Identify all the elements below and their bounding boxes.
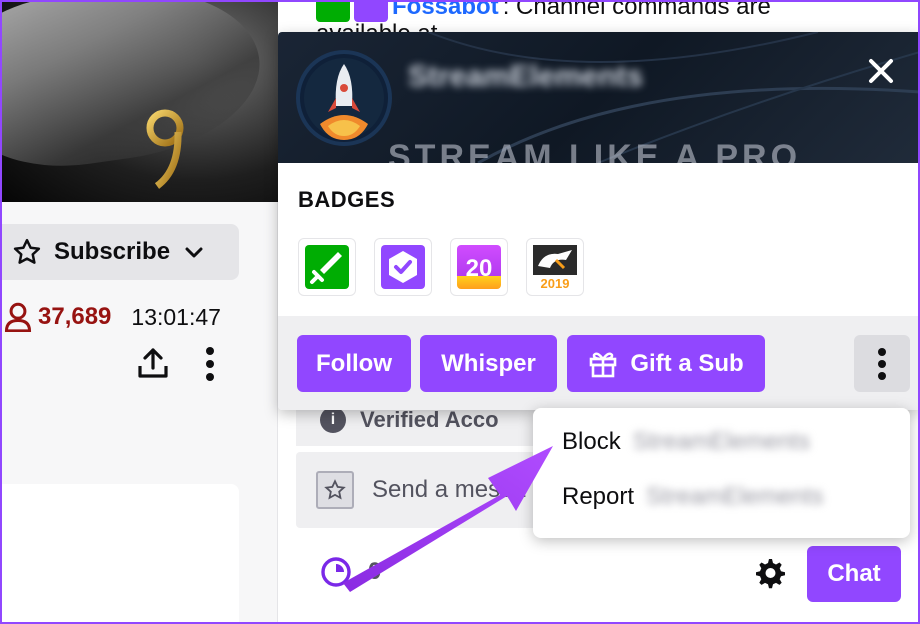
badges-title: BADGES xyxy=(298,187,396,212)
verified-bot-badge-icon xyxy=(381,245,425,289)
viewer-person-icon xyxy=(4,302,32,332)
owl-2019-badge-icon: 2019 xyxy=(533,245,577,290)
close-icon[interactable] xyxy=(864,54,898,88)
badge-list: 20 2019 xyxy=(298,238,584,296)
more-options-icon[interactable] xyxy=(200,346,220,382)
chat-message: Fossabot : Channel commands are xyxy=(316,0,771,22)
follow-button[interactable]: Follow xyxy=(297,335,411,392)
report-label: Report xyxy=(562,483,635,510)
sword-badge[interactable] xyxy=(298,238,356,296)
user-card-name: StreamElements xyxy=(408,60,644,93)
whisper-button[interactable]: Whisper xyxy=(420,335,557,392)
channel-logo-nine xyxy=(146,109,184,189)
user-card-actions: Follow Whisper Gift a Sub xyxy=(278,316,920,410)
gift-sub-label: Gift a Sub xyxy=(630,349,744,377)
user-card-banner: StreamElements STREAM LIKE A PRO xyxy=(278,32,920,163)
verified-bot-badge-icon xyxy=(354,0,388,22)
about-panel xyxy=(0,484,239,624)
sword-badge-icon xyxy=(316,0,350,22)
star-outline-icon xyxy=(13,238,41,264)
twenty-badge[interactable]: 20 xyxy=(450,238,508,296)
gift-sub-button[interactable]: Gift a Sub xyxy=(567,335,765,392)
chevron-down-icon xyxy=(185,247,203,258)
emote-star-icon[interactable] xyxy=(316,471,354,509)
stream-uptime: 13:01:47 xyxy=(131,303,221,330)
video-rock-art xyxy=(0,0,271,181)
verified-bot-badge[interactable] xyxy=(374,238,432,296)
user-card-more-menu: Block StreamElements Report StreamElemen… xyxy=(533,408,910,538)
share-icon[interactable] xyxy=(136,346,170,380)
chat-username[interactable]: Fossabot xyxy=(392,0,499,21)
report-user-item[interactable]: Report StreamElements xyxy=(562,483,823,511)
chat-input[interactable]: Send a messa xyxy=(296,452,546,528)
video-preview[interactable] xyxy=(0,0,278,202)
block-target-name: StreamElements xyxy=(632,428,811,455)
info-icon: i xyxy=(320,407,346,433)
block-label: Block xyxy=(562,428,621,455)
gift-icon xyxy=(590,351,617,377)
block-user-item[interactable]: Block StreamElements xyxy=(562,428,810,456)
chat-input-placeholder: Send a messa xyxy=(372,476,526,503)
rocket-logo-icon xyxy=(304,58,384,140)
more-vertical-icon xyxy=(878,347,886,380)
channel-points-value: 0 xyxy=(368,558,382,585)
owl-2019-badge[interactable]: 2019 xyxy=(526,238,584,296)
chat-send-button[interactable]: Chat xyxy=(807,546,901,602)
user-card-more-button[interactable] xyxy=(854,335,910,392)
verified-label: Verified Acco xyxy=(360,407,499,432)
user-card: StreamElements STREAM LIKE A PRO BADGES xyxy=(278,32,920,410)
user-avatar[interactable] xyxy=(296,50,392,146)
channel-points-icon xyxy=(321,557,351,587)
viewer-stats: 37,689 13:01:47 xyxy=(0,300,250,334)
twenty-badge-icon: 20 xyxy=(457,245,501,289)
gear-icon[interactable] xyxy=(752,556,786,590)
report-target-name: StreamElements xyxy=(646,483,824,510)
subscribe-label: Subscribe xyxy=(54,238,171,265)
subscribe-button[interactable]: Subscribe xyxy=(0,224,239,280)
stream-info-column: Subscribe 37,689 13:01:47 xyxy=(0,0,278,624)
viewer-count: 37,689 xyxy=(38,303,112,330)
banner-text: STREAM LIKE A PRO xyxy=(388,138,802,163)
chat-message-text: : Channel commands are xyxy=(502,0,771,20)
sword-badge-icon xyxy=(305,245,349,289)
owl-badge-label: 2019 xyxy=(541,276,570,290)
twenty-badge-label: 20 xyxy=(466,255,493,282)
channel-points[interactable]: 0 xyxy=(320,556,381,588)
